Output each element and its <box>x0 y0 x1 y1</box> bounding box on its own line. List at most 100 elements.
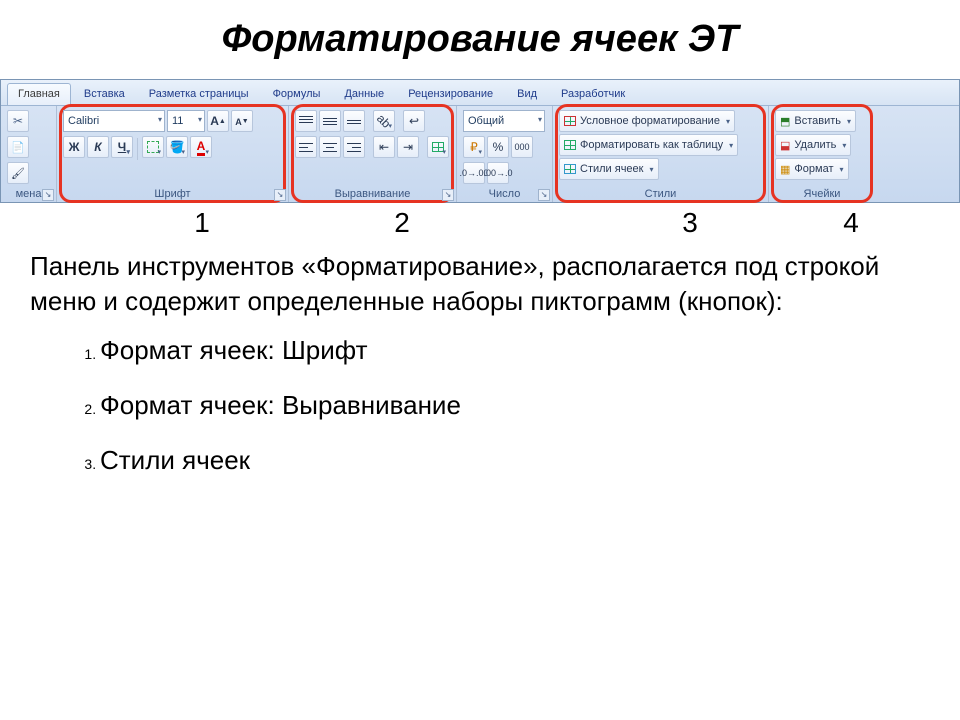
delete-cells-button[interactable]: ⬓Удалить▾ <box>775 134 851 156</box>
group-label-font: Шрифт <box>63 187 282 202</box>
callout-4: 4 <box>798 207 904 239</box>
conditional-formatting-label: Условное форматирование <box>580 115 720 127</box>
merge-icon <box>432 142 444 152</box>
increase-decimal-button[interactable]: .0→.00 <box>463 162 485 184</box>
italic-button[interactable]: К <box>87 136 109 158</box>
format-cells-button[interactable]: ▦Формат▾ <box>775 158 849 180</box>
group-styles: Условное форматирование▾ Форматировать к… <box>553 106 769 202</box>
indent-decrease-button[interactable]: ⇤ <box>373 136 395 158</box>
align-left-icon <box>299 142 313 152</box>
list-item: Формат ячеек: Выравнивание <box>100 390 930 421</box>
font-color-button[interactable]: А <box>190 136 212 158</box>
format-as-table-label: Форматировать как таблицу <box>580 139 723 151</box>
conditional-formatting-button[interactable]: Условное форматирование▾ <box>559 110 735 132</box>
merge-button[interactable] <box>427 136 449 158</box>
ribbon-groups: мена ↘ Calibri 11 ▲ ▼ Ж К Ч <box>1 106 959 202</box>
tab-formulas[interactable]: Формулы <box>262 83 332 105</box>
tab-view[interactable]: Вид <box>506 83 548 105</box>
brush-icon <box>11 166 25 180</box>
group-label-alignment: Выравнивание <box>295 187 450 202</box>
cell-styles-button[interactable]: Стили ячеек▾ <box>559 158 659 180</box>
underline-button[interactable]: Ч <box>111 136 133 158</box>
cell-styles-icon <box>564 164 576 174</box>
group-label-number: Число <box>463 187 546 202</box>
wrap-text-button[interactable]: ↩ <box>403 110 425 132</box>
list-item: Формат ячеек: Шрифт <box>100 335 930 366</box>
group-number: Общий ₽ % 000 .0→.00 .00→.0 Число ↘ <box>457 106 553 202</box>
callout-2: 2 <box>318 207 486 239</box>
group-label-styles: Стили <box>559 187 762 202</box>
align-middle-button[interactable] <box>319 110 341 132</box>
align-top-button[interactable] <box>295 110 317 132</box>
align-middle-icon <box>323 116 337 126</box>
list-item: Стили ячеек <box>100 445 930 476</box>
orientation-icon: ab <box>374 111 393 130</box>
cut-button[interactable] <box>7 110 29 132</box>
insert-cells-button[interactable]: ⬒Вставить▾ <box>775 110 856 132</box>
format-painter-button[interactable] <box>7 162 29 184</box>
decrease-decimal-icon: .00→.0 <box>483 168 512 178</box>
tab-review[interactable]: Рецензирование <box>397 83 504 105</box>
decrease-decimal-button[interactable]: .00→.0 <box>487 162 509 184</box>
group-font: Calibri 11 ▲ ▼ Ж К Ч 🪣 А Шр <box>57 106 289 202</box>
tab-home[interactable]: Главная <box>7 83 71 105</box>
indent-decrease-icon: ⇤ <box>379 140 389 154</box>
insert-label: Вставить <box>794 115 841 127</box>
indent-increase-icon: ⇥ <box>403 140 413 154</box>
align-center-icon <box>323 142 337 152</box>
number-dialog-launcher[interactable]: ↘ <box>538 189 550 201</box>
group-alignment: ab ↩ ⇤ ⇥ Выравнивание <box>289 106 457 202</box>
tab-insert[interactable]: Вставка <box>73 83 136 105</box>
align-bottom-icon <box>347 116 361 126</box>
font-name-combo[interactable]: Calibri <box>63 110 165 132</box>
bucket-icon: 🪣 <box>170 140 185 154</box>
insert-icon: ⬒ <box>780 115 790 128</box>
indent-increase-button[interactable]: ⇥ <box>397 136 419 158</box>
number-format-combo[interactable]: Общий <box>463 110 545 132</box>
orientation-button[interactable]: ab <box>373 110 395 132</box>
delete-icon: ⬓ <box>780 139 790 152</box>
description-paragraph: Панель инструментов «Форматирование», ра… <box>30 249 930 319</box>
tab-developer[interactable]: Разработчик <box>550 83 636 105</box>
decrease-font-button[interactable]: ▼ <box>231 110 253 132</box>
currency-icon: ₽ <box>470 140 478 154</box>
format-as-table-icon <box>564 140 576 150</box>
align-right-icon <box>347 142 361 152</box>
callout-numbers: 1 2 3 4 <box>30 207 930 239</box>
ribbon: Главная Вставка Разметка страницы Формул… <box>0 79 960 203</box>
slide: Форматирование ячеек ЭТ Главная Вставка … <box>0 0 960 476</box>
font-color-icon: А <box>197 139 206 156</box>
ribbon-tabs: Главная Вставка Разметка страницы Формул… <box>1 80 959 106</box>
currency-button[interactable]: ₽ <box>463 136 485 158</box>
format-as-table-button[interactable]: Форматировать как таблицу▾ <box>559 134 738 156</box>
increase-font-icon <box>210 114 219 128</box>
borders-button[interactable] <box>142 136 164 158</box>
delete-label: Удалить <box>794 139 836 151</box>
tab-data[interactable]: Данные <box>333 83 395 105</box>
clipboard-dialog-launcher[interactable]: ↘ <box>42 189 54 201</box>
font-dialog-launcher[interactable]: ↘ <box>274 189 286 201</box>
align-center-button[interactable] <box>319 136 341 158</box>
group-clipboard: мена ↘ <box>1 106 57 202</box>
borders-icon <box>147 141 159 153</box>
item-list: Формат ячеек: Шрифт Формат ячеек: Выравн… <box>30 335 930 476</box>
align-top-icon <box>299 116 313 126</box>
copy-icon <box>11 140 25 154</box>
alignment-dialog-launcher[interactable]: ↘ <box>442 189 454 201</box>
fill-color-button[interactable]: 🪣 <box>166 136 188 158</box>
percent-button[interactable]: % <box>487 136 509 158</box>
format-icon: ▦ <box>780 163 790 176</box>
group-label-cells: Ячейки <box>775 187 869 202</box>
group-cells: ⬒Вставить▾ ⬓Удалить▾ ▦Формат▾ Ячейки <box>769 106 875 202</box>
align-right-button[interactable] <box>343 136 365 158</box>
callout-1: 1 <box>86 207 318 239</box>
font-size-combo[interactable]: 11 <box>167 110 205 132</box>
align-left-button[interactable] <box>295 136 317 158</box>
copy-button[interactable] <box>7 136 29 158</box>
conditional-formatting-icon <box>564 116 576 126</box>
thousands-button[interactable]: 000 <box>511 136 533 158</box>
align-bottom-button[interactable] <box>343 110 365 132</box>
increase-font-button[interactable]: ▲ <box>207 110 229 132</box>
tab-page-layout[interactable]: Разметка страницы <box>138 83 260 105</box>
bold-button[interactable]: Ж <box>63 136 85 158</box>
